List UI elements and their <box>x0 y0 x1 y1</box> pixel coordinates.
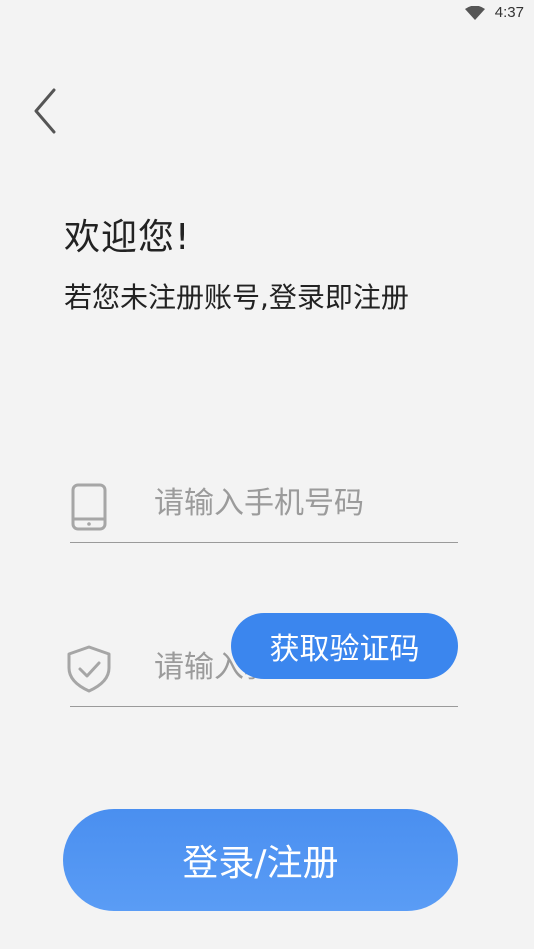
status-bar: 4:37 <box>0 0 534 30</box>
login-register-button[interactable]: 登录/注册 <box>63 809 458 911</box>
wifi-icon <box>465 6 485 20</box>
get-code-button[interactable]: 获取验证码 <box>231 613 458 679</box>
welcome-title: 欢迎您! <box>64 217 191 258</box>
shield-check-icon <box>67 645 111 693</box>
phone-field <box>70 463 458 543</box>
phone-input[interactable] <box>154 481 444 525</box>
back-button[interactable] <box>28 86 64 136</box>
chevron-left-icon <box>34 88 56 134</box>
welcome-subtitle: 若您未注册账号,登录即注册 <box>64 281 409 314</box>
status-time: 4:37 <box>494 4 524 21</box>
phone-icon <box>71 483 107 531</box>
code-divider <box>70 706 458 707</box>
phone-divider <box>70 542 458 543</box>
